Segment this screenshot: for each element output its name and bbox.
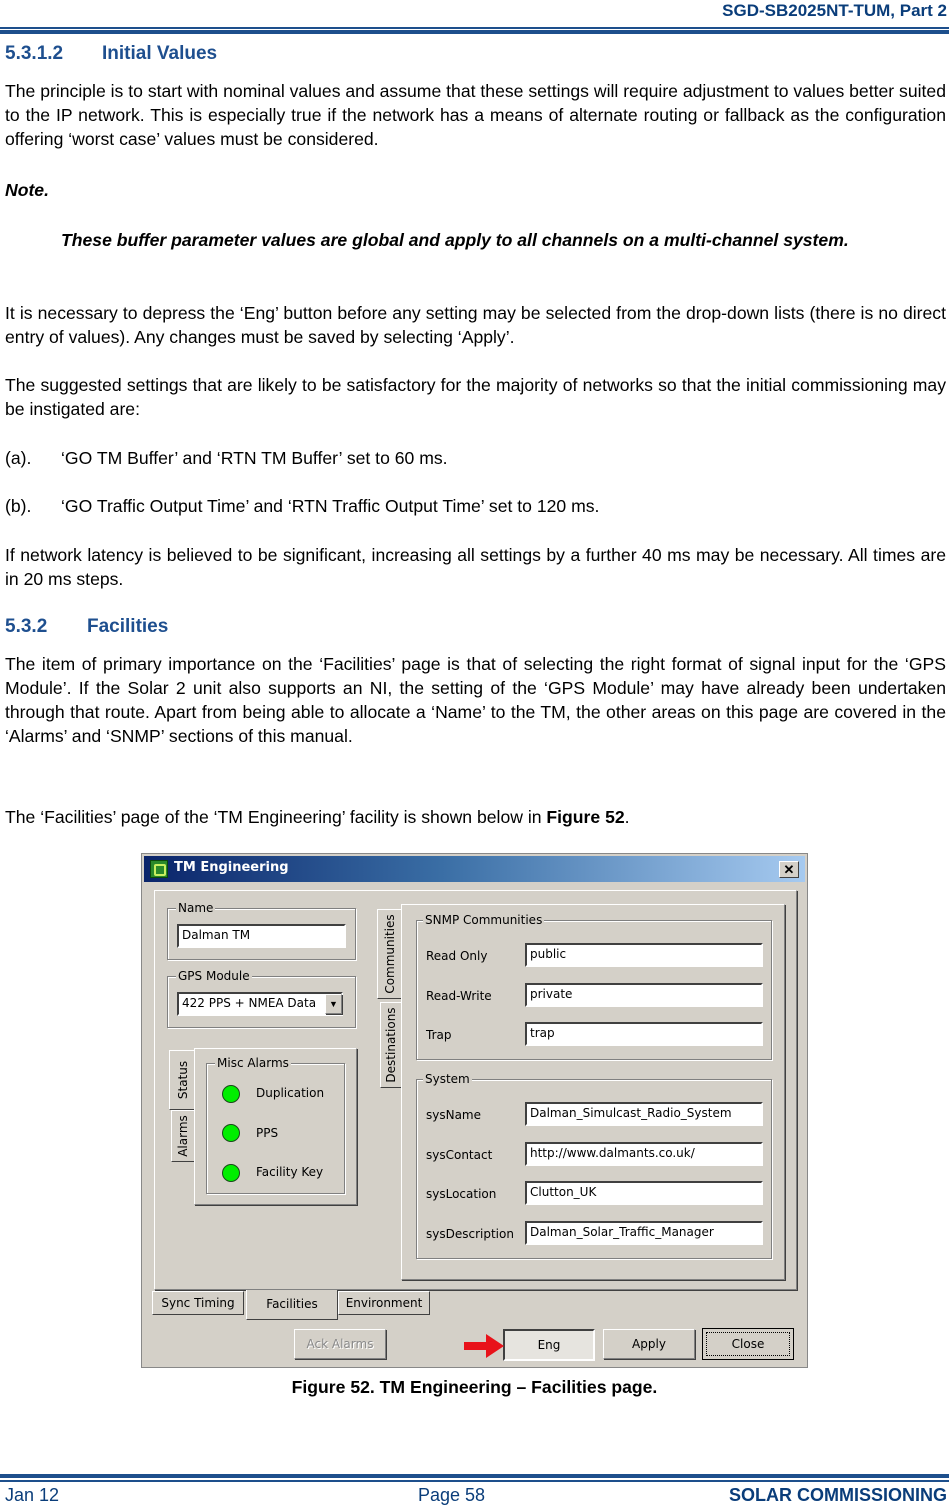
alarm-label: Facility Key (256, 1165, 324, 1179)
tab-status-label: Status (175, 1060, 190, 1100)
paragraph: The item of primary importance on the ‘F… (5, 654, 946, 746)
alarm-label: PPS (256, 1126, 279, 1140)
close-button[interactable]: Close (702, 1328, 794, 1360)
footer-rule (0, 1480, 949, 1482)
tab-communities-label: Communities (382, 914, 397, 994)
read-write-input[interactable]: private (525, 983, 763, 1007)
section-number: 5.3.2 (5, 616, 48, 637)
chevron-down-icon[interactable]: ▼ (325, 994, 342, 1014)
ack-alarms-button[interactable]: Ack Alarms (294, 1329, 386, 1359)
footer-page-number: Page 58 (418, 1485, 486, 1505)
trap-input[interactable]: trap (525, 1022, 763, 1046)
system-label: System (423, 1072, 472, 1086)
apply-button[interactable]: Apply (603, 1329, 695, 1359)
gps-module-group: GPS Module 422 PPS + NMEA Data ▼ (167, 969, 356, 1028)
name-input[interactable]: Dalman TM (177, 924, 346, 948)
close-icon[interactable]: ✕ (779, 861, 799, 878)
misc-alarms-label: Misc Alarms (215, 1056, 291, 1070)
syscontact-label: sysContact (426, 1148, 493, 1162)
alarm-label: Duplication (256, 1086, 325, 1100)
figure-reference[interactable]: Figure 52 (546, 807, 624, 827)
footer-section: SOLAR COMMISSIONING (728, 1485, 947, 1505)
gps-module-value: 422 PPS + NMEA Data (182, 996, 317, 1010)
paragraph: The suggested settings that are likely t… (5, 375, 946, 419)
tab-alarms[interactable]: Alarms (171, 1110, 195, 1162)
note-body: These buffer parameter values are global… (61, 230, 849, 250)
section-heading-initial-values: 5.3.1.2 Initial Values (5, 43, 217, 65)
tab-alarms-label: Alarms (176, 1115, 190, 1157)
paragraph: The principle is to start with nominal v… (5, 81, 946, 149)
pps-status-led (222, 1124, 240, 1142)
paragraph: If network latency is believed to be sig… (5, 545, 946, 589)
footer-date: Jan 12 (5, 1485, 60, 1505)
document-id: SGD-SB2025NT-TUM, Part 2 (722, 1, 947, 20)
sysname-label: sysName (426, 1108, 482, 1122)
sysdescription-input[interactable]: Dalman_Solar_Traffic_Manager (525, 1221, 763, 1245)
window-title: TM Engineering (174, 860, 289, 875)
section-title: Initial Values (102, 43, 218, 64)
facility-key-status-led (222, 1164, 240, 1182)
red-arrow-annotation-icon (464, 1334, 504, 1358)
eng-button[interactable]: Eng (503, 1329, 595, 1361)
name-group-label: Name (176, 901, 216, 915)
tab-destinations-label: Destinations (384, 1007, 398, 1083)
sysdescription-label: sysDescription (426, 1227, 514, 1241)
syscontact-input[interactable]: http://www.dalmants.co.uk/ (525, 1142, 763, 1166)
name-group: Name Dalman TM (167, 901, 356, 960)
gps-module-label: GPS Module (176, 969, 252, 983)
note-title: Note. (5, 180, 49, 200)
read-only-label: Read Only (426, 949, 488, 963)
figure-caption: Figure 52. TM Engineering – Facilities p… (291, 1377, 658, 1397)
read-only-input[interactable]: public (525, 943, 763, 967)
paragraph: The ‘Facilities’ page of the ‘TM Enginee… (5, 805, 946, 829)
list-item: ‘GO TM Buffer’ and ‘RTN TM Buffer’ set t… (61, 448, 448, 468)
gps-module-select[interactable]: 422 PPS + NMEA Data (177, 992, 343, 1016)
section-number: 5.3.1.2 (5, 43, 64, 64)
title-bar[interactable]: TM Engineering ✕ (144, 856, 805, 882)
system-group: System sysName Dalman_Simulcast_Radio_Sy… (416, 1072, 772, 1259)
header-rule (0, 27, 949, 29)
syslocation-label: sysLocation (426, 1187, 497, 1201)
list-marker: (b). (5, 496, 32, 516)
section-title: Facilities (87, 616, 169, 637)
paragraph: It is necessary to depress the ‘Eng’ but… (5, 303, 946, 347)
paragraph-text: . (624, 807, 630, 827)
list-item: ‘GO Traffic Output Time’ and ‘RTN Traffi… (61, 496, 600, 516)
app-logo-icon (150, 860, 168, 878)
tm-engineering-dialog: TM Engineering ✕ Name Dalman TM GPS Modu… (141, 853, 808, 1368)
misc-alarms-group: Misc Alarms Duplication PPS Facility Key (206, 1056, 345, 1194)
tab-sync-timing[interactable]: Sync Timing (152, 1291, 244, 1315)
sysname-input[interactable]: Dalman_Simulcast_Radio_System (525, 1102, 763, 1126)
footer-rule-thick (0, 1474, 949, 1478)
tab-communities[interactable]: Communities (377, 909, 401, 999)
header-rule-thick (0, 30, 949, 34)
section-heading-facilities: 5.3.2 Facilities (5, 616, 168, 638)
snmp-communities-label: SNMP Communities (423, 913, 545, 927)
snmp-communities-group: SNMP Communities Read Only public Read-W… (416, 913, 772, 1060)
trap-label: Trap (426, 1028, 452, 1042)
syslocation-input[interactable]: Clutton_UK (525, 1181, 763, 1205)
tab-destinations[interactable]: Destinations (380, 1002, 402, 1088)
tab-facilities[interactable]: Facilities (246, 1290, 338, 1320)
duplication-status-led (222, 1085, 240, 1103)
tab-environment[interactable]: Environment (338, 1291, 430, 1315)
list-marker: (a). (5, 448, 32, 468)
tab-status[interactable]: Status (169, 1050, 195, 1110)
close-button-label: Close (706, 1332, 790, 1356)
read-write-label: Read-Write (426, 989, 492, 1003)
paragraph-text: The ‘Facilities’ page of the ‘TM Enginee… (5, 807, 547, 827)
